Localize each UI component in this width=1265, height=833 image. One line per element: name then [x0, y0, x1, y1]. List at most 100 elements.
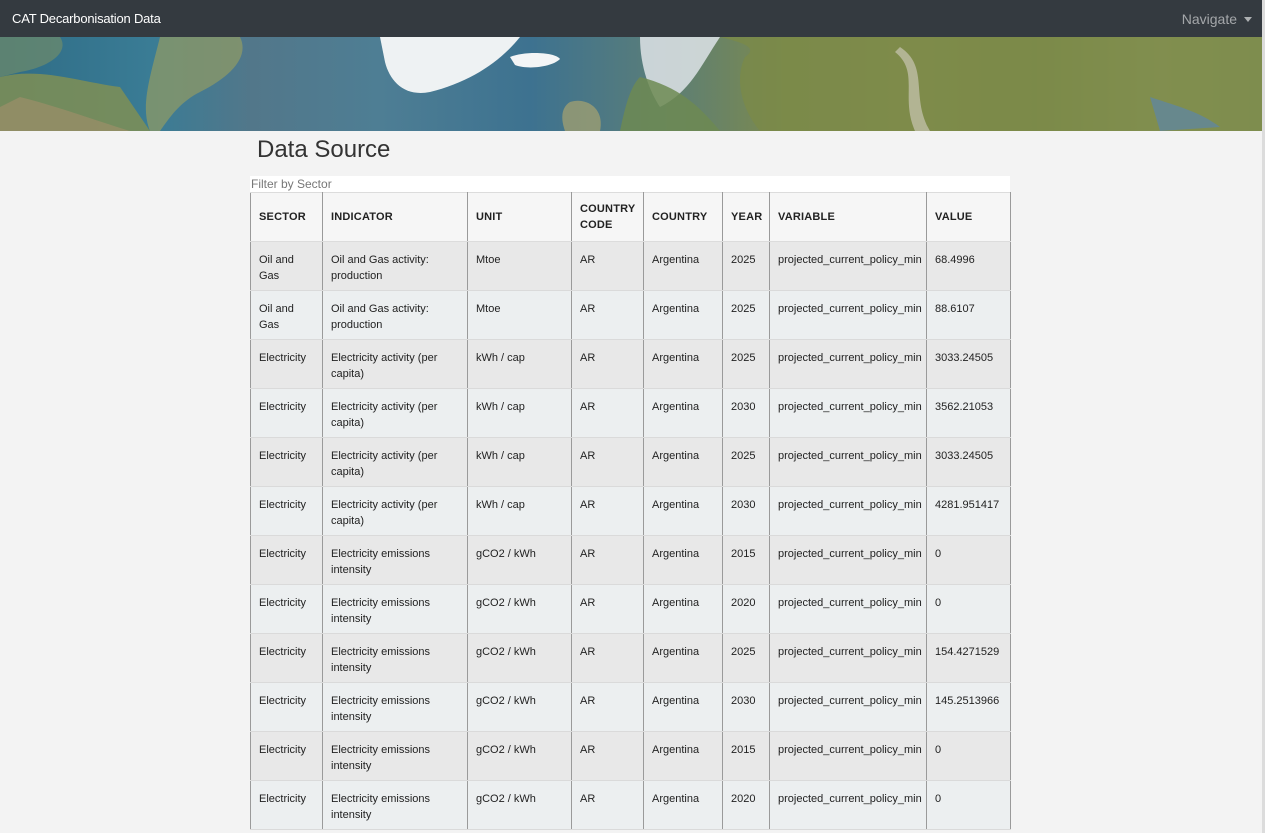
sector-cell: Electricity [250, 584, 323, 634]
indicator-cell: Electricity emissions intensity [322, 731, 468, 781]
column-header-unit[interactable]: UNIT [467, 192, 572, 242]
country-code-cell: AR [571, 780, 644, 830]
sector-cell: Electricity [250, 633, 323, 683]
unit-cell: Mtoe [467, 241, 572, 291]
value-cell: 145.2513966 [926, 682, 1011, 732]
country-code-cell: AR [571, 633, 644, 683]
country-cell: Argentina [643, 388, 723, 438]
value-cell: 4281.951417 [926, 486, 1011, 536]
table-row: Electricity Electricity emissions intensi… [250, 633, 1011, 683]
column-header-sector[interactable]: SECTOR [250, 192, 323, 242]
value-cell: 3562.21053 [926, 388, 1011, 438]
unit-cell: gCO2 / kWh [467, 633, 572, 683]
table-row: Electricity Electricity emissions intensi… [250, 780, 1011, 830]
unit-cell: Mtoe [467, 290, 572, 340]
table-row: Electricity Electricity emissions intensi… [250, 535, 1011, 585]
indicator-cell: Electricity emissions intensity [322, 535, 468, 585]
sector-cell: Electricity [250, 731, 323, 781]
variable-cell: projected_current_policy_min [769, 388, 927, 438]
country-code-cell: AR [571, 584, 644, 634]
indicator-cell: Electricity emissions intensity [322, 584, 468, 634]
variable-cell: projected_current_policy_min [769, 437, 927, 487]
column-header-variable[interactable]: VARIABLE [769, 192, 927, 242]
indicator-cell: Oil and Gas activity: production [322, 290, 468, 340]
year-cell: 2025 [722, 290, 770, 340]
year-cell: 2030 [722, 682, 770, 732]
table-row: Oil and Gas Oil and Gas activity: product… [250, 290, 1011, 340]
country-cell: Argentina [643, 339, 723, 389]
country-cell: Argentina [643, 731, 723, 781]
indicator-cell: Oil and Gas activity: production [322, 241, 468, 291]
country-code-cell: AR [571, 241, 644, 291]
indicator-cell: Electricity emissions intensity [322, 780, 468, 830]
country-cell: Argentina [643, 584, 723, 634]
value-cell: 68.4996 [926, 241, 1011, 291]
world-map-banner [0, 37, 1262, 131]
value-cell: 0 [926, 731, 1011, 781]
column-header-country-code[interactable]: COUNTRY CODE [571, 192, 644, 242]
top-navbar: CAT Decarbonisation Data Navigate [0, 0, 1262, 37]
year-cell: 2030 [722, 388, 770, 438]
indicator-cell: Electricity activity (per capita) [322, 437, 468, 487]
unit-cell: gCO2 / kWh [467, 682, 572, 732]
sector-filter-input[interactable] [250, 176, 1010, 192]
value-cell: 88.6107 [926, 290, 1011, 340]
page-title: Data Source [257, 136, 391, 163]
country-code-cell: AR [571, 388, 644, 438]
variable-cell: projected_current_policy_min [769, 486, 927, 536]
unit-cell: gCO2 / kWh [467, 584, 572, 634]
column-header-value[interactable]: VALUE [926, 192, 1011, 242]
value-cell: 3033.24505 [926, 339, 1011, 389]
column-header-country[interactable]: COUNTRY [643, 192, 723, 242]
table-row: Electricity Electricity activity (per cap… [250, 437, 1011, 487]
variable-cell: projected_current_policy_min [769, 339, 927, 389]
table-body: Oil and Gas Oil and Gas activity: product… [250, 241, 1011, 830]
country-cell: Argentina [643, 633, 723, 683]
indicator-cell: Electricity emissions intensity [322, 682, 468, 732]
brand-title[interactable]: CAT Decarbonisation Data [12, 11, 161, 26]
variable-cell: projected_current_policy_min [769, 780, 927, 830]
unit-cell: gCO2 / kWh [467, 780, 572, 830]
year-cell: 2020 [722, 780, 770, 830]
country-code-cell: AR [571, 437, 644, 487]
sector-cell: Electricity [250, 388, 323, 438]
indicator-cell: Electricity activity (per capita) [322, 388, 468, 438]
variable-cell: projected_current_policy_min [769, 633, 927, 683]
year-cell: 2015 [722, 535, 770, 585]
value-cell: 154.4271529 [926, 633, 1011, 683]
country-code-cell: AR [571, 731, 644, 781]
variable-cell: projected_current_policy_min [769, 682, 927, 732]
table-row: Oil and Gas Oil and Gas activity: product… [250, 241, 1011, 291]
value-cell: 0 [926, 584, 1011, 634]
unit-cell: kWh / cap [467, 339, 572, 389]
sector-cell: Electricity [250, 682, 323, 732]
indicator-cell: Electricity emissions intensity [322, 633, 468, 683]
table-row: Electricity Electricity activity (per cap… [250, 339, 1011, 389]
unit-cell: kWh / cap [467, 388, 572, 438]
year-cell: 2025 [722, 241, 770, 291]
table-row: Electricity Electricity emissions intensi… [250, 584, 1011, 634]
table-row: Electricity Electricity emissions intensi… [250, 731, 1011, 781]
value-cell: 0 [926, 535, 1011, 585]
unit-cell: gCO2 / kWh [467, 731, 572, 781]
sector-cell: Electricity [250, 339, 323, 389]
country-code-cell: AR [571, 290, 644, 340]
variable-cell: projected_current_policy_min [769, 241, 927, 291]
country-cell: Argentina [643, 780, 723, 830]
unit-cell: gCO2 / kWh [467, 535, 572, 585]
indicator-cell: Electricity activity (per capita) [322, 486, 468, 536]
sector-cell: Electricity [250, 535, 323, 585]
navigate-dropdown[interactable]: Navigate [1182, 11, 1252, 27]
year-cell: 2030 [722, 486, 770, 536]
country-cell: Argentina [643, 535, 723, 585]
variable-cell: projected_current_policy_min [769, 584, 927, 634]
year-cell: 2020 [722, 584, 770, 634]
sector-cell: Oil and Gas [250, 241, 323, 291]
unit-cell: kWh / cap [467, 437, 572, 487]
country-code-cell: AR [571, 682, 644, 732]
column-header-indicator[interactable]: INDICATOR [322, 192, 468, 242]
column-header-year[interactable]: YEAR [722, 192, 770, 242]
year-cell: 2015 [722, 731, 770, 781]
country-code-cell: AR [571, 339, 644, 389]
country-cell: Argentina [643, 486, 723, 536]
